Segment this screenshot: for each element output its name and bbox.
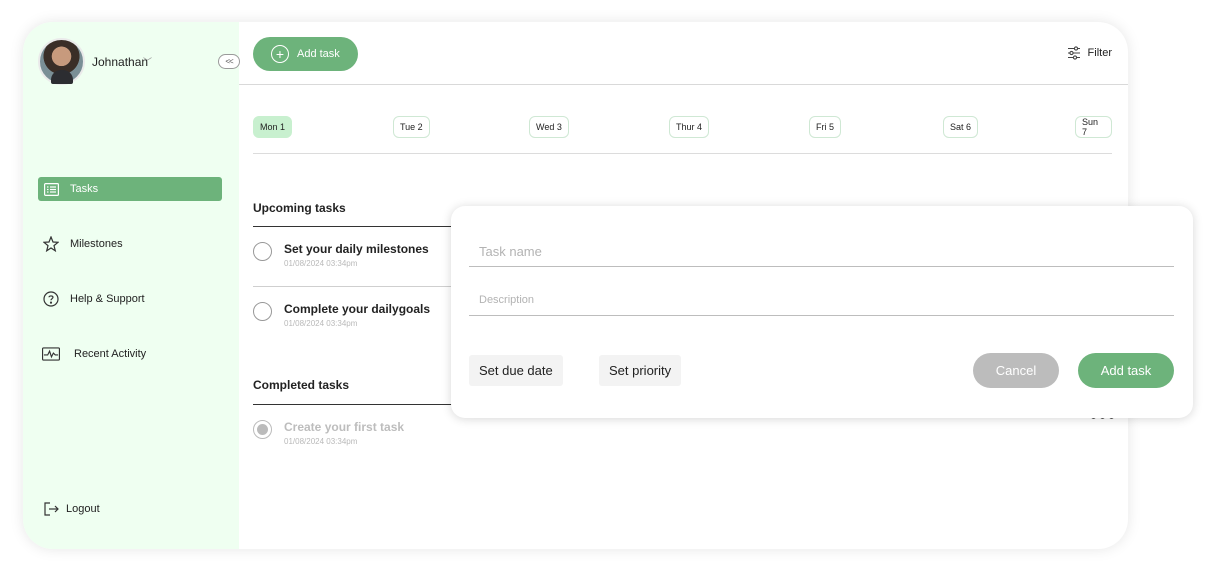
logout-label: Logout — [66, 503, 100, 515]
logout-icon — [42, 500, 60, 518]
sidebar-item-label: Help & Support — [70, 293, 145, 305]
set-priority-button[interactable]: Set priority — [599, 355, 682, 386]
plus-icon: + — [271, 45, 289, 63]
sidebar-item-label: Milestones — [70, 238, 123, 250]
list-icon — [42, 180, 60, 198]
add-task-modal: Task name Description Set due date Set p… — [451, 206, 1193, 418]
task-title: Create your first task — [284, 420, 405, 434]
logout-button[interactable]: Logout — [38, 497, 222, 521]
task-checkbox[interactable] — [253, 242, 272, 261]
sidebar-item-label: Recent Activity — [74, 348, 147, 360]
star-icon — [42, 235, 60, 253]
day-sat[interactable]: Sat 6 — [943, 116, 979, 138]
day-sun[interactable]: Sun 7 — [1075, 116, 1112, 138]
sidebar-item-milestones[interactable]: Milestones — [38, 232, 222, 256]
task-title: Set your daily milestones — [284, 242, 429, 256]
task-date: 01/08/2024 03:34pm — [284, 437, 358, 446]
filter-icon — [1067, 46, 1080, 60]
day-wed[interactable]: Wed 3 — [529, 116, 569, 138]
add-task-button[interactable]: + Add task — [253, 37, 358, 71]
add-task-label: Add task — [297, 48, 340, 60]
day-thur[interactable]: Thur 4 — [669, 116, 710, 138]
filter-button[interactable]: Filter — [1067, 46, 1112, 60]
filter-label: Filter — [1087, 47, 1112, 59]
section-divider — [253, 226, 463, 227]
chevron-down-icon[interactable]: ﹀ — [143, 55, 152, 68]
set-due-date-button[interactable]: Set due date — [469, 355, 563, 386]
input-underline — [469, 315, 1174, 316]
help-icon — [42, 290, 60, 308]
task-name-input[interactable]: Task name — [479, 244, 542, 259]
header-divider — [239, 84, 1128, 85]
upcoming-title: Upcoming tasks — [253, 201, 346, 215]
add-task-submit-button[interactable]: Add task — [1078, 353, 1174, 388]
days-divider — [253, 153, 1112, 154]
task-divider — [253, 286, 463, 287]
cancel-button[interactable]: Cancel — [973, 353, 1059, 388]
day-tue[interactable]: Tue 2 — [393, 116, 430, 138]
sidebar-item-recent-activity[interactable]: Recent Activity — [38, 342, 222, 366]
day-mon[interactable]: Mon 1 — [253, 116, 293, 138]
sidebar: Johnathan ﹀ << Tasks Milestones Help & S… — [23, 22, 240, 549]
task-date: 01/08/2024 03:34pm — [284, 319, 358, 328]
sidebar-item-help[interactable]: Help & Support — [38, 287, 222, 311]
description-input[interactable]: Description — [479, 294, 534, 306]
section-divider — [253, 404, 463, 405]
day-fri[interactable]: Fri 5 — [809, 116, 841, 138]
task-title: Complete your dailygoals — [284, 302, 431, 316]
task-date: 01/08/2024 03:34pm — [284, 259, 358, 268]
task-checkbox-checked[interactable] — [253, 420, 272, 439]
username[interactable]: Johnathan — [92, 55, 148, 69]
completed-title: Completed tasks — [253, 378, 350, 392]
day-selector: Mon 1 Tue 2 Wed 3 Thur 4 Fri 5 Sat 6 Sun… — [253, 116, 1112, 138]
sidebar-item-tasks[interactable]: Tasks — [38, 177, 222, 201]
input-underline — [469, 266, 1174, 267]
task-checkbox[interactable] — [253, 302, 272, 321]
avatar[interactable] — [38, 38, 85, 85]
collapse-sidebar-button[interactable]: << — [218, 54, 240, 69]
activity-icon — [42, 345, 60, 363]
sidebar-item-label: Tasks — [70, 183, 99, 195]
